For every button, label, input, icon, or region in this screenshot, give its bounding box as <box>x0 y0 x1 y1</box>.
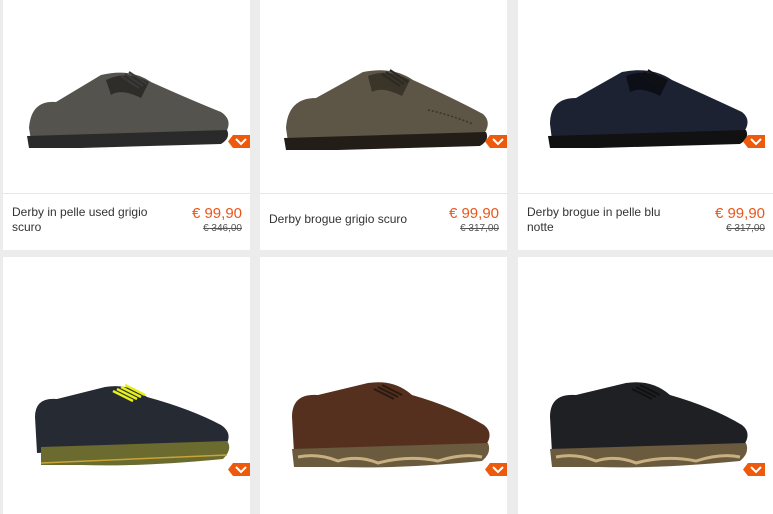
shoe-image <box>284 69 488 150</box>
product-image[interactable] <box>3 257 250 514</box>
shoe-image <box>548 69 748 148</box>
product-card[interactable]: Derby in pelle used grigio scuro € 99,90… <box>3 0 250 250</box>
product-card[interactable]: Derby brogue in pelle blu notte € 99,90 … <box>518 0 773 250</box>
product-card[interactable] <box>3 257 250 514</box>
product-name[interactable]: Derby brogue grigio scuro <box>269 212 419 227</box>
shoe-image <box>550 382 748 468</box>
product-price: € 99,90 <box>191 205 242 222</box>
product-image[interactable] <box>3 0 250 193</box>
product-card[interactable]: Derby brogue grigio scuro € 99,90 € 317,… <box>260 0 507 250</box>
product-old-price: € 346,00 <box>203 223 242 234</box>
product-name[interactable]: Derby in pelle used grigio scuro <box>12 205 162 235</box>
shoe-image <box>292 382 490 468</box>
product-image[interactable] <box>518 257 773 514</box>
product-price: € 99,90 <box>714 205 765 222</box>
product-card[interactable] <box>260 257 507 514</box>
product-old-price: € 317,00 <box>726 223 765 234</box>
product-image[interactable] <box>260 0 507 193</box>
product-image[interactable] <box>518 0 773 193</box>
product-card[interactable] <box>518 257 773 514</box>
shoe-image <box>35 383 230 466</box>
product-image[interactable] <box>260 257 507 514</box>
shoe-image <box>27 71 229 148</box>
product-price: € 99,90 <box>448 205 499 222</box>
product-old-price: € 317,00 <box>460 223 499 234</box>
product-name[interactable]: Derby brogue in pelle blu notte <box>527 205 677 235</box>
